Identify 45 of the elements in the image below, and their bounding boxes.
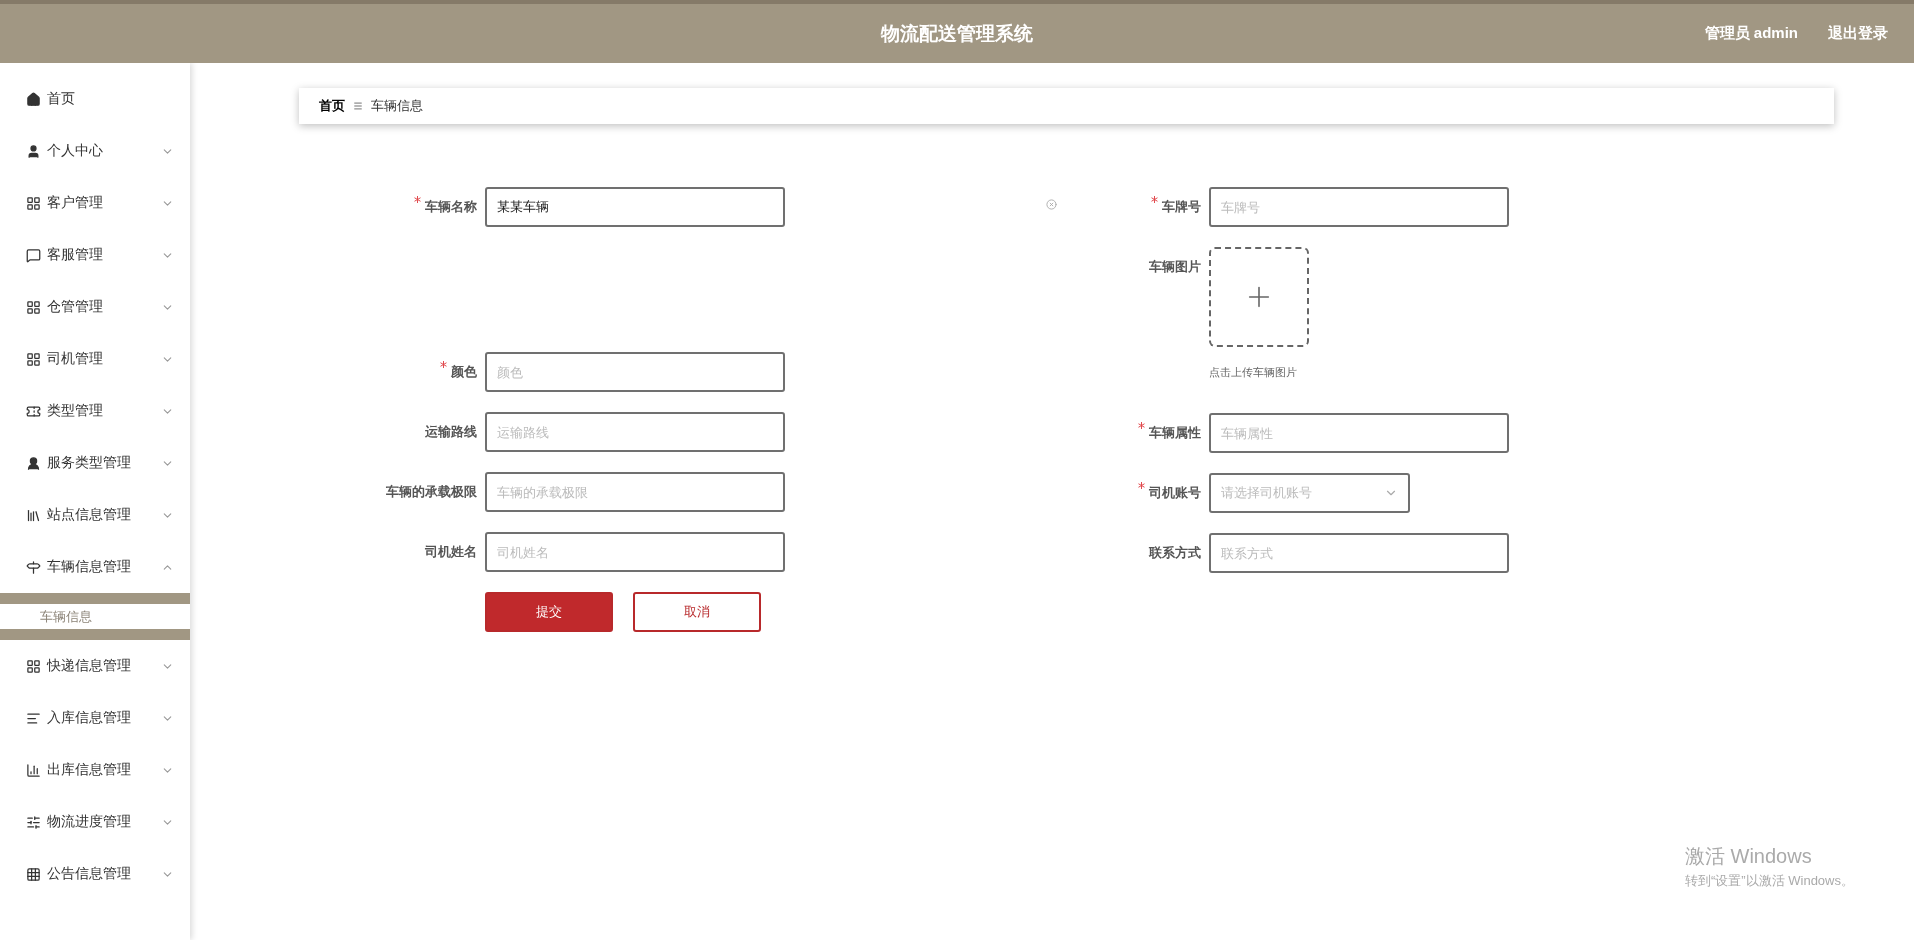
- sidebar-item[interactable]: 物流进度管理: [0, 796, 190, 848]
- text-input[interactable]: 运输路线: [485, 412, 785, 452]
- sidebar-item[interactable]: 客户管理: [0, 177, 190, 229]
- text-input[interactable]: 车辆的承载极限: [485, 472, 785, 512]
- field-label: 车辆的承载极限: [385, 483, 478, 501]
- field-label: 颜色: [299, 352, 485, 392]
- sidebar-item[interactable]: 服务类型管理: [0, 437, 190, 489]
- upload-hint: 点击上传车辆图片: [1209, 365, 1298, 380]
- text-input[interactable]: 某某车辆: [485, 187, 785, 227]
- sidebar-item[interactable]: 类型管理: [0, 385, 190, 437]
- sidebar-item[interactable]: 车辆信息管理: [0, 541, 190, 593]
- sidebar-item[interactable]: 站点信息管理: [0, 489, 190, 541]
- sidebar-item[interactable]: 个人中心: [0, 125, 190, 177]
- submit-button[interactable]: 提交: [485, 592, 613, 632]
- watermark-title: 激活 Windows: [1685, 844, 1813, 869]
- separator-icon: [353, 101, 363, 111]
- field-label: 运输路线: [424, 423, 478, 441]
- sidebar-item[interactable]: 入库信息管理: [0, 692, 190, 744]
- text-input[interactable]: 车牌号: [1209, 187, 1509, 227]
- sidebar-item[interactable]: 首页: [0, 73, 190, 125]
- breadcrumb-link[interactable]: 首页: [319, 97, 345, 115]
- field-label: 司机账号: [1089, 473, 1209, 513]
- field-label: 车牌号: [1089, 187, 1209, 227]
- field-label: 车辆属性: [1089, 413, 1209, 453]
- sidebar-item[interactable]: 快递信息管理: [0, 640, 190, 692]
- breadcrumb-link[interactable]: 车辆信息: [371, 97, 423, 115]
- field-label: 车辆图片: [1148, 258, 1202, 276]
- sidebar-item[interactable]: 司机管理: [0, 333, 190, 385]
- sidebar-item[interactable]: 出库信息管理: [0, 744, 190, 796]
- upload-box[interactable]: [1209, 247, 1309, 347]
- field-label: 司机姓名: [424, 543, 478, 561]
- field-label: 联系方式: [1148, 544, 1202, 562]
- text-input[interactable]: 司机姓名: [485, 532, 785, 572]
- sidebar-item[interactable]: 仓管管理: [0, 281, 190, 333]
- app-title: 物流配送管理系统: [881, 21, 1033, 46]
- sidebar-item[interactable]: 公告信息管理: [0, 848, 190, 900]
- text-input[interactable]: 颜色: [485, 352, 785, 392]
- user-name: 管理员 admin: [1704, 24, 1798, 43]
- text-input[interactable]: 车辆属性: [1209, 413, 1509, 453]
- watermark-subtitle: 转到“设置”以激活 Windows。: [1685, 872, 1854, 890]
- text-input[interactable]: 联系方式: [1209, 533, 1509, 573]
- submenu-item[interactable]: 车辆信息: [0, 604, 190, 629]
- sidebar-item[interactable]: 客服管理: [0, 229, 190, 281]
- field-label: 车辆名称: [299, 187, 485, 227]
- cancel-button[interactable]: 取消: [633, 592, 761, 632]
